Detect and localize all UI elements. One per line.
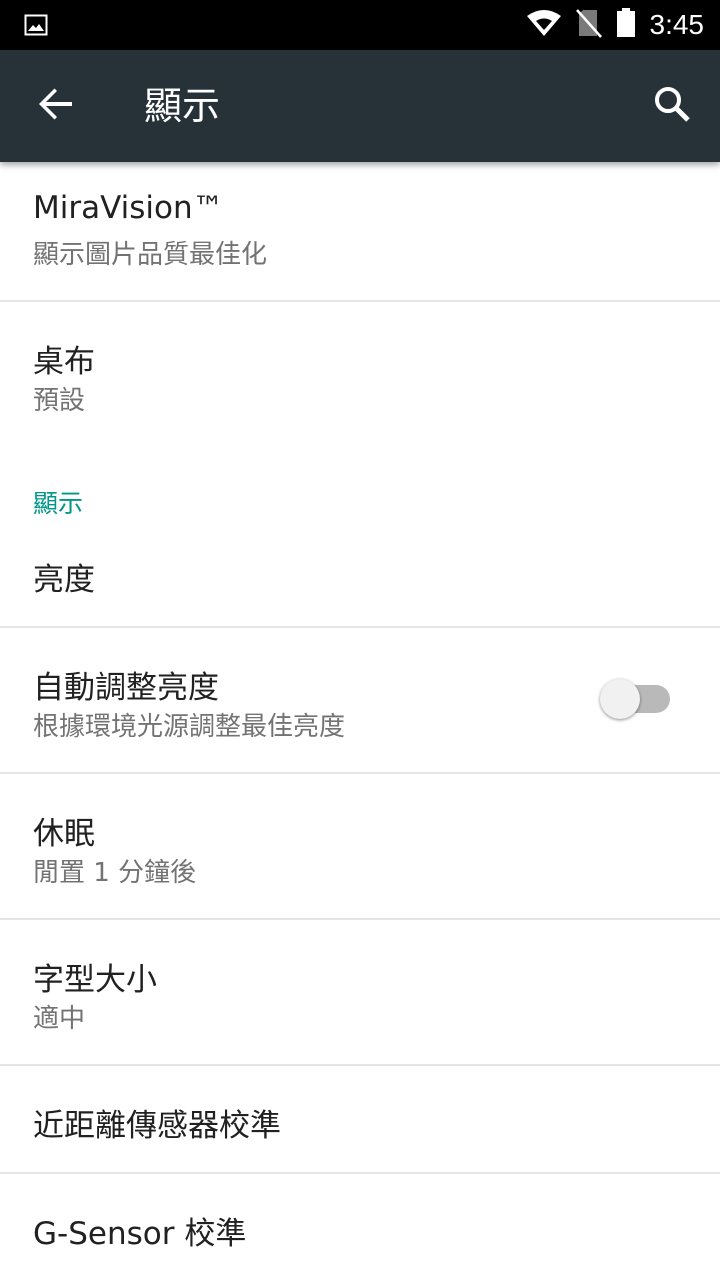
auto-brightness-switch[interactable] [600,678,672,720]
pref-title: 字型大小 [33,962,157,998]
switch-thumb [600,679,640,719]
pref-sleep[interactable]: 休眠 閒置 1 分鐘後 [0,774,720,920]
pref-title: 近距離傳感器校準 [33,1108,281,1144]
status-icons: 3:45 [526,0,705,50]
pref-title: G-Sensor 校準 [33,1216,247,1252]
pref-title: 休眠 [33,816,95,852]
pref-summary: 根據環境光源調整最佳亮度 [33,712,346,742]
arrow-back-icon [38,86,74,126]
no-sim-icon [575,8,602,42]
back-button[interactable] [20,70,92,142]
pref-font-size[interactable]: 字型大小 適中 [0,920,720,1066]
pref-wallpaper[interactable]: 桌布 預設 [0,302,720,446]
status-bar: 3:45 [0,0,720,50]
settings-list: MiraVision™ 顯示圖片品質最佳化 桌布 預設 顯示 亮度 自動調整亮度… [0,162,720,1280]
pref-miravision[interactable]: MiraVision™ 顯示圖片品質最佳化 [0,162,720,302]
image-notification-icon [24,13,48,37]
pref-summary: 顯示圖片品質最佳化 [33,240,268,270]
pref-proximity-calibration[interactable]: 近距離傳感器校準 [0,1066,720,1174]
category-display: 顯示 [0,446,720,518]
pref-title: 自動調整亮度 [33,670,219,706]
app-bar: 顯示 [0,50,720,162]
battery-icon [616,8,636,42]
pref-gsensor-calibration[interactable]: G-Sensor 校準 [0,1174,720,1280]
wifi-icon [526,9,562,41]
page-title: 顯示 [144,84,221,128]
search-button[interactable] [636,70,708,142]
pref-title: MiraVision™ [33,190,224,226]
pref-summary: 預設 [33,386,86,416]
pref-title: 桌布 [33,344,95,380]
pref-summary: 閒置 1 分鐘後 [33,858,197,888]
category-title: 顯示 [33,489,84,518]
search-icon [653,85,691,127]
status-time: 3:45 [649,9,705,40]
pref-brightness[interactable]: 亮度 [0,518,720,628]
pref-title: 亮度 [33,562,95,598]
pref-summary: 適中 [33,1004,86,1034]
pref-auto-brightness[interactable]: 自動調整亮度 根據環境光源調整最佳亮度 [0,628,720,774]
